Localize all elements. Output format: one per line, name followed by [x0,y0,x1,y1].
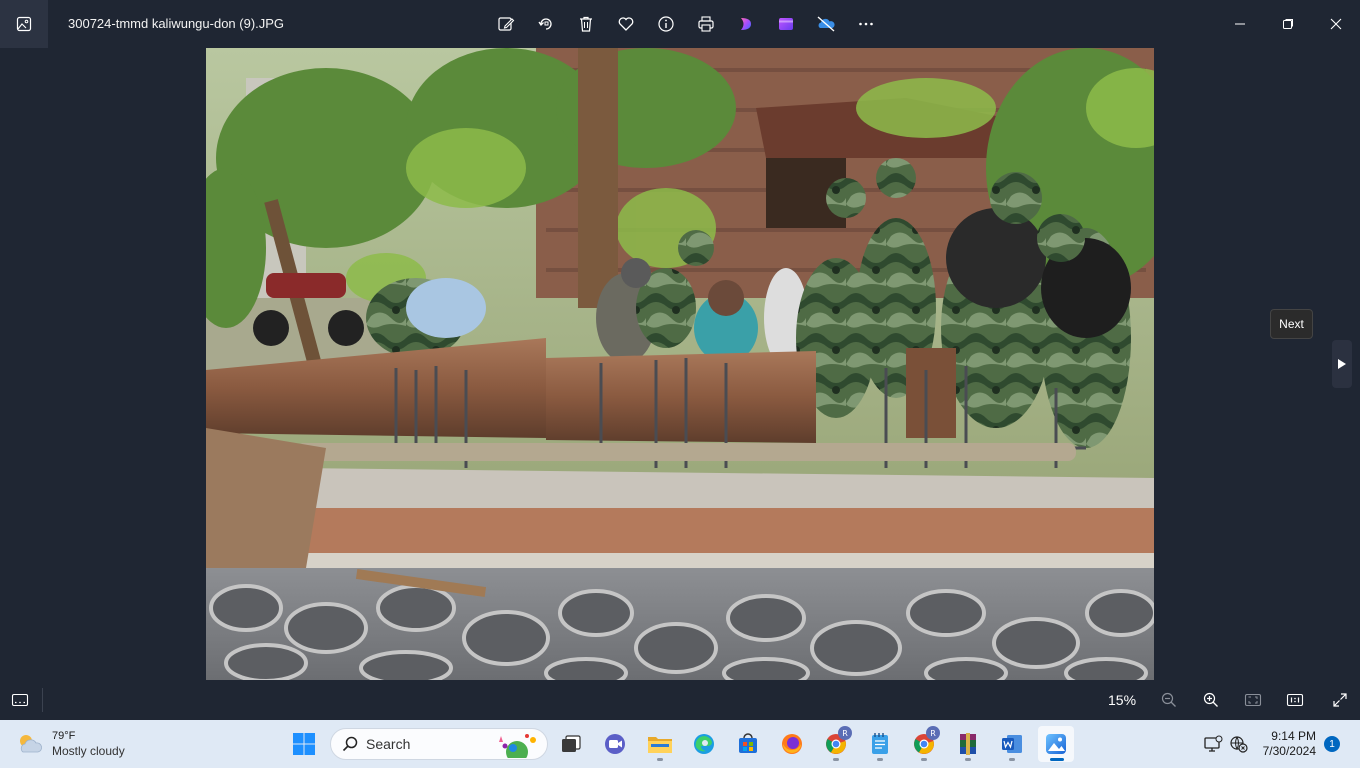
clock-time: 9:14 PM [1271,729,1316,743]
profile-badge: R [926,726,940,740]
favorite-heart-icon[interactable] [606,12,646,36]
firefox-icon [782,734,802,754]
running-indicator [965,758,971,761]
image-toolbar [486,12,886,36]
running-indicator [657,758,663,761]
taskbar-photos-active[interactable] [1038,726,1074,762]
taskbar-notepad[interactable] [862,726,898,762]
minimize-button[interactable] [1216,0,1264,48]
title-bar: 300724-tmmd kaliwungu-don (9).JPG [0,0,1360,48]
next-image-button[interactable] [1332,340,1352,388]
taskbar-firefox[interactable] [774,726,810,762]
clipchamp-icon[interactable] [726,12,766,36]
info-icon[interactable] [646,12,686,36]
profile-badge: R [838,726,852,740]
active-indicator [1050,758,1064,761]
running-indicator [877,758,883,761]
running-indicator [833,758,839,761]
weather-temperature: 79°F [52,730,76,742]
windows-taskbar: 79°F Mostly cloudy Search R R 9:14 PM 7/… [0,720,1360,768]
search-label: Search [366,736,411,752]
task-view-button[interactable] [553,726,589,762]
taskbar-store[interactable] [730,726,766,762]
weather-condition: Mostly cloudy [52,744,125,758]
video-meet-icon [605,734,625,754]
network-volume-tray[interactable] [1229,734,1249,754]
play-right-icon [1338,359,1346,369]
more-options-icon[interactable] [846,12,886,36]
delete-icon[interactable] [566,12,606,36]
displayed-photo [206,48,1154,680]
zoom-level[interactable]: 15% [1108,692,1136,708]
partly-cloudy-icon [20,735,43,753]
maximize-button[interactable] [1264,0,1312,48]
running-indicator [921,758,927,761]
fullscreen-icon[interactable] [1328,688,1352,712]
taskbar-chrome-profile-2[interactable]: R [906,726,942,762]
edit-image-icon[interactable] [486,12,526,36]
edge-browser-icon [694,734,714,754]
taskbar-edge[interactable] [686,726,722,762]
show-desktop-tray-icon[interactable] [1203,734,1223,754]
designer-icon[interactable] [766,12,806,36]
filmstrip-toggle-icon[interactable] [10,690,30,710]
search-icon [342,736,358,752]
viewer-bottom-bar: 15% [0,680,1360,720]
photos-app-icon[interactable] [0,0,48,48]
running-indicator [1009,758,1015,761]
taskbar-chrome-profile-1[interactable]: R [818,726,854,762]
start-button[interactable] [288,728,320,760]
taskbar-winrar[interactable] [950,726,986,762]
taskbar-meet-app[interactable] [597,726,633,762]
divider [42,688,43,712]
weather-widget[interactable]: 79°F Mostly cloudy [16,728,125,760]
windows-logo-icon [293,733,315,755]
onedrive-off-icon[interactable] [806,12,846,36]
taskbar-clock[interactable]: 9:14 PM 7/30/2024 [1258,729,1316,759]
photos-app-icon [1046,734,1066,754]
clock-date: 7/30/2024 [1262,744,1316,758]
folder-icon [648,737,672,753]
store-bag-icon [739,733,757,753]
rotate-icon[interactable] [526,12,566,36]
file-name-title: 300724-tmmd kaliwungu-don (9).JPG [68,16,285,31]
winrar-archive-icon [960,733,976,755]
globe-no-connection-icon [1230,736,1248,753]
task-view-icon [562,735,581,752]
zoom-in-icon[interactable] [1199,688,1223,712]
zoom-out-icon[interactable] [1157,688,1181,712]
notification-badge[interactable]: 1 [1324,736,1340,752]
taskbar-file-explorer[interactable] [642,726,678,762]
taskbar-search-box[interactable]: Search [330,728,548,760]
monitor-icon [1204,735,1223,752]
window-controls [1216,0,1360,48]
word-icon [1002,735,1022,753]
search-highlight-icon [499,734,536,758]
notepad-icon [872,733,888,754]
next-tooltip: Next [1270,309,1313,339]
close-button[interactable] [1312,0,1360,48]
actual-size-icon[interactable] [1283,688,1307,712]
taskbar-word[interactable] [994,726,1030,762]
print-icon[interactable] [686,12,726,36]
fit-to-window-icon[interactable] [1241,688,1265,712]
